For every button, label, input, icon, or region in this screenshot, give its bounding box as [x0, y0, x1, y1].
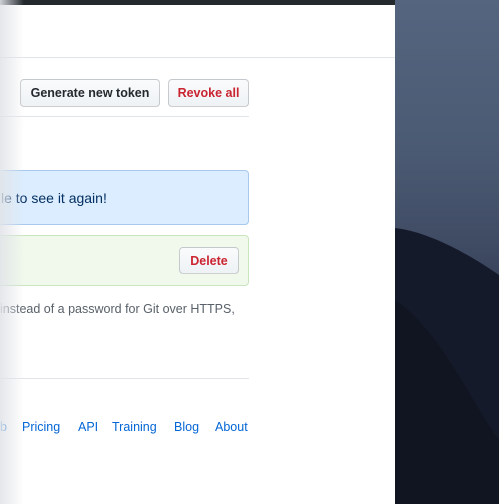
token-list-item: Delete — [0, 235, 249, 286]
delete-token-button[interactable]: Delete — [179, 247, 239, 274]
footer-divider — [0, 378, 249, 379]
footer-link-github[interactable]: b — [0, 420, 7, 434]
token-help-text: instead of a password for Git over HTTPS… — [0, 302, 235, 316]
tokens-content: Generate new token Revoke all le to see … — [0, 58, 395, 504]
generate-new-token-button[interactable]: Generate new token — [20, 79, 160, 107]
footer-link-training[interactable]: Training — [112, 420, 157, 434]
revoke-all-button[interactable]: Revoke all — [168, 79, 249, 107]
section-divider — [0, 116, 249, 117]
page-header — [0, 5, 395, 58]
token-copy-notice: le to see it again! — [0, 170, 249, 225]
footer-link-blog[interactable]: Blog — [174, 420, 199, 434]
footer-link-api[interactable]: API — [78, 420, 98, 434]
footer-link-about[interactable]: About — [215, 420, 248, 434]
token-copy-notice-text: le to see it again! — [1, 189, 107, 206]
footer-link-pricing[interactable]: Pricing — [22, 420, 60, 434]
browser-window: Generate new token Revoke all le to see … — [0, 0, 395, 504]
